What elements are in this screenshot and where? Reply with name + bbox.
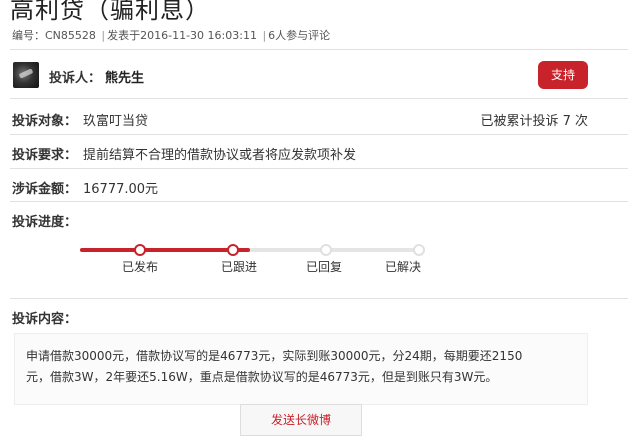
content-label: 投诉内容： <box>12 312 78 327</box>
amount-label: 涉诉金额： <box>12 182 78 197</box>
share-weibo-button[interactable]: 发送长微博 <box>240 404 362 436</box>
published-label: 发表于 <box>107 29 141 42</box>
request-value: 提前结算不合理的借款协议或者将应发款项补发 <box>83 148 357 163</box>
complaint-content: 申请借款30000元，借款协议写的是46773元，实际到账30000元，分24期… <box>26 346 566 388</box>
complaint-amount-row: 涉诉金额： 16777.00元 <box>12 178 158 197</box>
complaint-target-row: 投诉对象： 玖富叮当贷 <box>12 110 148 129</box>
progress-step-label: 已跟进 <box>220 260 258 274</box>
divider <box>10 201 628 202</box>
cumulative-count: 已被累计投诉 7 次 <box>480 114 588 129</box>
divider <box>10 49 628 50</box>
divider <box>10 134 628 135</box>
divider <box>10 298 628 299</box>
progress-step-label: 已发布 <box>121 260 159 274</box>
progress-step-label: 已回复 <box>305 260 343 274</box>
complaint-request-row: 投诉要求： 提前结算不合理的借款协议或者将应发款项补发 <box>12 144 356 163</box>
published-time: 2016-11-30 16:03:11 <box>140 29 257 42</box>
support-button[interactable]: 支持 <box>538 61 588 89</box>
progress-step-label: 已解决 <box>384 260 422 274</box>
target-value[interactable]: 玖富叮当贷 <box>83 114 148 129</box>
target-label: 投诉对象： <box>12 114 78 129</box>
content-row: 投诉内容： <box>12 308 77 327</box>
complainant-name: 熊先生 <box>105 71 145 86</box>
code-value: CN85528 <box>45 29 96 42</box>
amount-value: 16777.00元 <box>83 182 159 197</box>
progress-step-node <box>413 244 425 256</box>
avatar <box>13 62 39 88</box>
divider <box>10 168 628 169</box>
divider <box>10 98 628 99</box>
progress-step-node <box>227 244 239 256</box>
progress-fill <box>80 248 250 252</box>
meta-separator: | <box>101 29 106 42</box>
content-line: 元，借款3W，2年要还5.16W，重点是借款协议写的是46773元，但是到账只有… <box>26 370 498 384</box>
complainant-label: 投诉人： <box>49 71 102 86</box>
request-label: 投诉要求： <box>12 148 78 163</box>
progress-step-node <box>320 244 332 256</box>
progress-label: 投诉进度： <box>12 215 78 230</box>
code-label: 编号： <box>12 29 45 42</box>
complainant: 投诉人： 熊先生 <box>49 67 144 86</box>
progress-step-node <box>134 244 146 256</box>
post-meta: 编号：CN85528 | 发表于2016-11-30 16:03:11 | 6人参与… <box>12 27 330 43</box>
page-title: 高利贷（骗利息） <box>10 0 210 24</box>
content-line: 申请借款30000元，借款协议写的是46773元，实际到账30000元，分24期… <box>26 349 523 363</box>
progress-row: 投诉进度： <box>12 211 77 230</box>
comment-count-link[interactable]: 6人参与评论 <box>268 29 330 42</box>
meta-separator: | <box>262 29 267 42</box>
